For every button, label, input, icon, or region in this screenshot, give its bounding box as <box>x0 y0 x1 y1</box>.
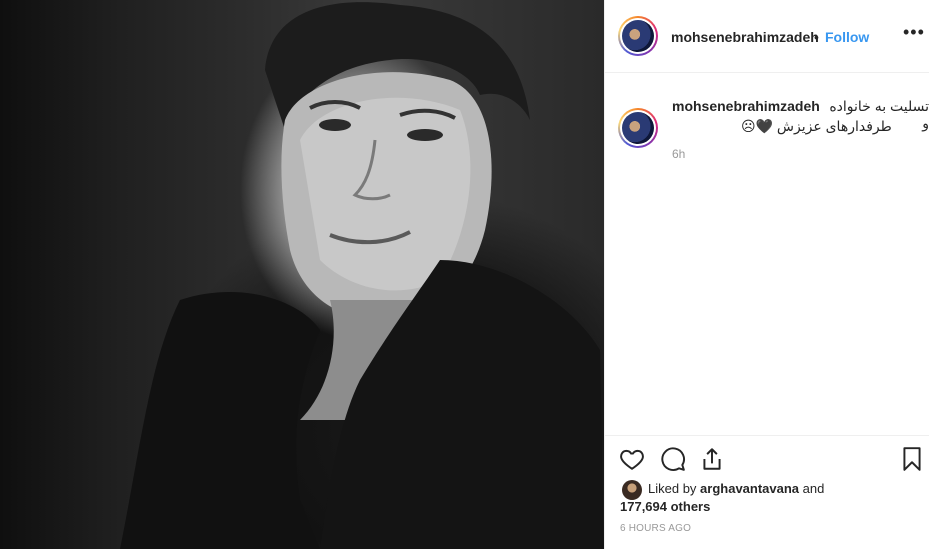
post-timestamp[interactable]: 6 HOURS AGO <box>620 523 691 534</box>
heart-icon[interactable] <box>619 446 645 472</box>
caption-avatar[interactable] <box>618 108 658 148</box>
liked-by-and: and <box>799 481 825 496</box>
share-icon[interactable] <box>699 446 725 472</box>
liked-by-text: Liked by arghavantavana and <box>648 481 824 496</box>
follow-button[interactable]: Follow <box>825 29 869 45</box>
bookmark-icon[interactable] <box>899 446 925 472</box>
caption-username-link[interactable]: mohsenebrahimzadeh <box>672 98 820 114</box>
divider <box>605 435 929 436</box>
post-photo[interactable] <box>0 0 604 549</box>
liker-username-link[interactable]: arghavantavana <box>700 481 799 496</box>
author-avatar[interactable] <box>618 16 658 56</box>
liked-by-prefix: Liked by <box>648 481 701 496</box>
liker-avatar[interactable] <box>622 480 642 500</box>
comment-icon[interactable] <box>660 446 686 472</box>
caption-time[interactable]: 6h <box>672 147 685 161</box>
post-sidebar: mohsenebrahimzadeh • Follow ••• mohseneb… <box>605 0 929 549</box>
post-header: mohsenebrahimzadeh • Follow ••• <box>605 0 929 73</box>
likes-count-link[interactable]: 177,694 others <box>620 499 710 514</box>
caption-text-line2: طرفدارهای عزیزش 🖤☹ <box>741 118 892 134</box>
separator-dot: • <box>814 29 819 45</box>
author-username-link[interactable]: mohsenebrahimzadeh <box>671 29 819 45</box>
more-options-icon[interactable]: ••• <box>903 22 925 43</box>
